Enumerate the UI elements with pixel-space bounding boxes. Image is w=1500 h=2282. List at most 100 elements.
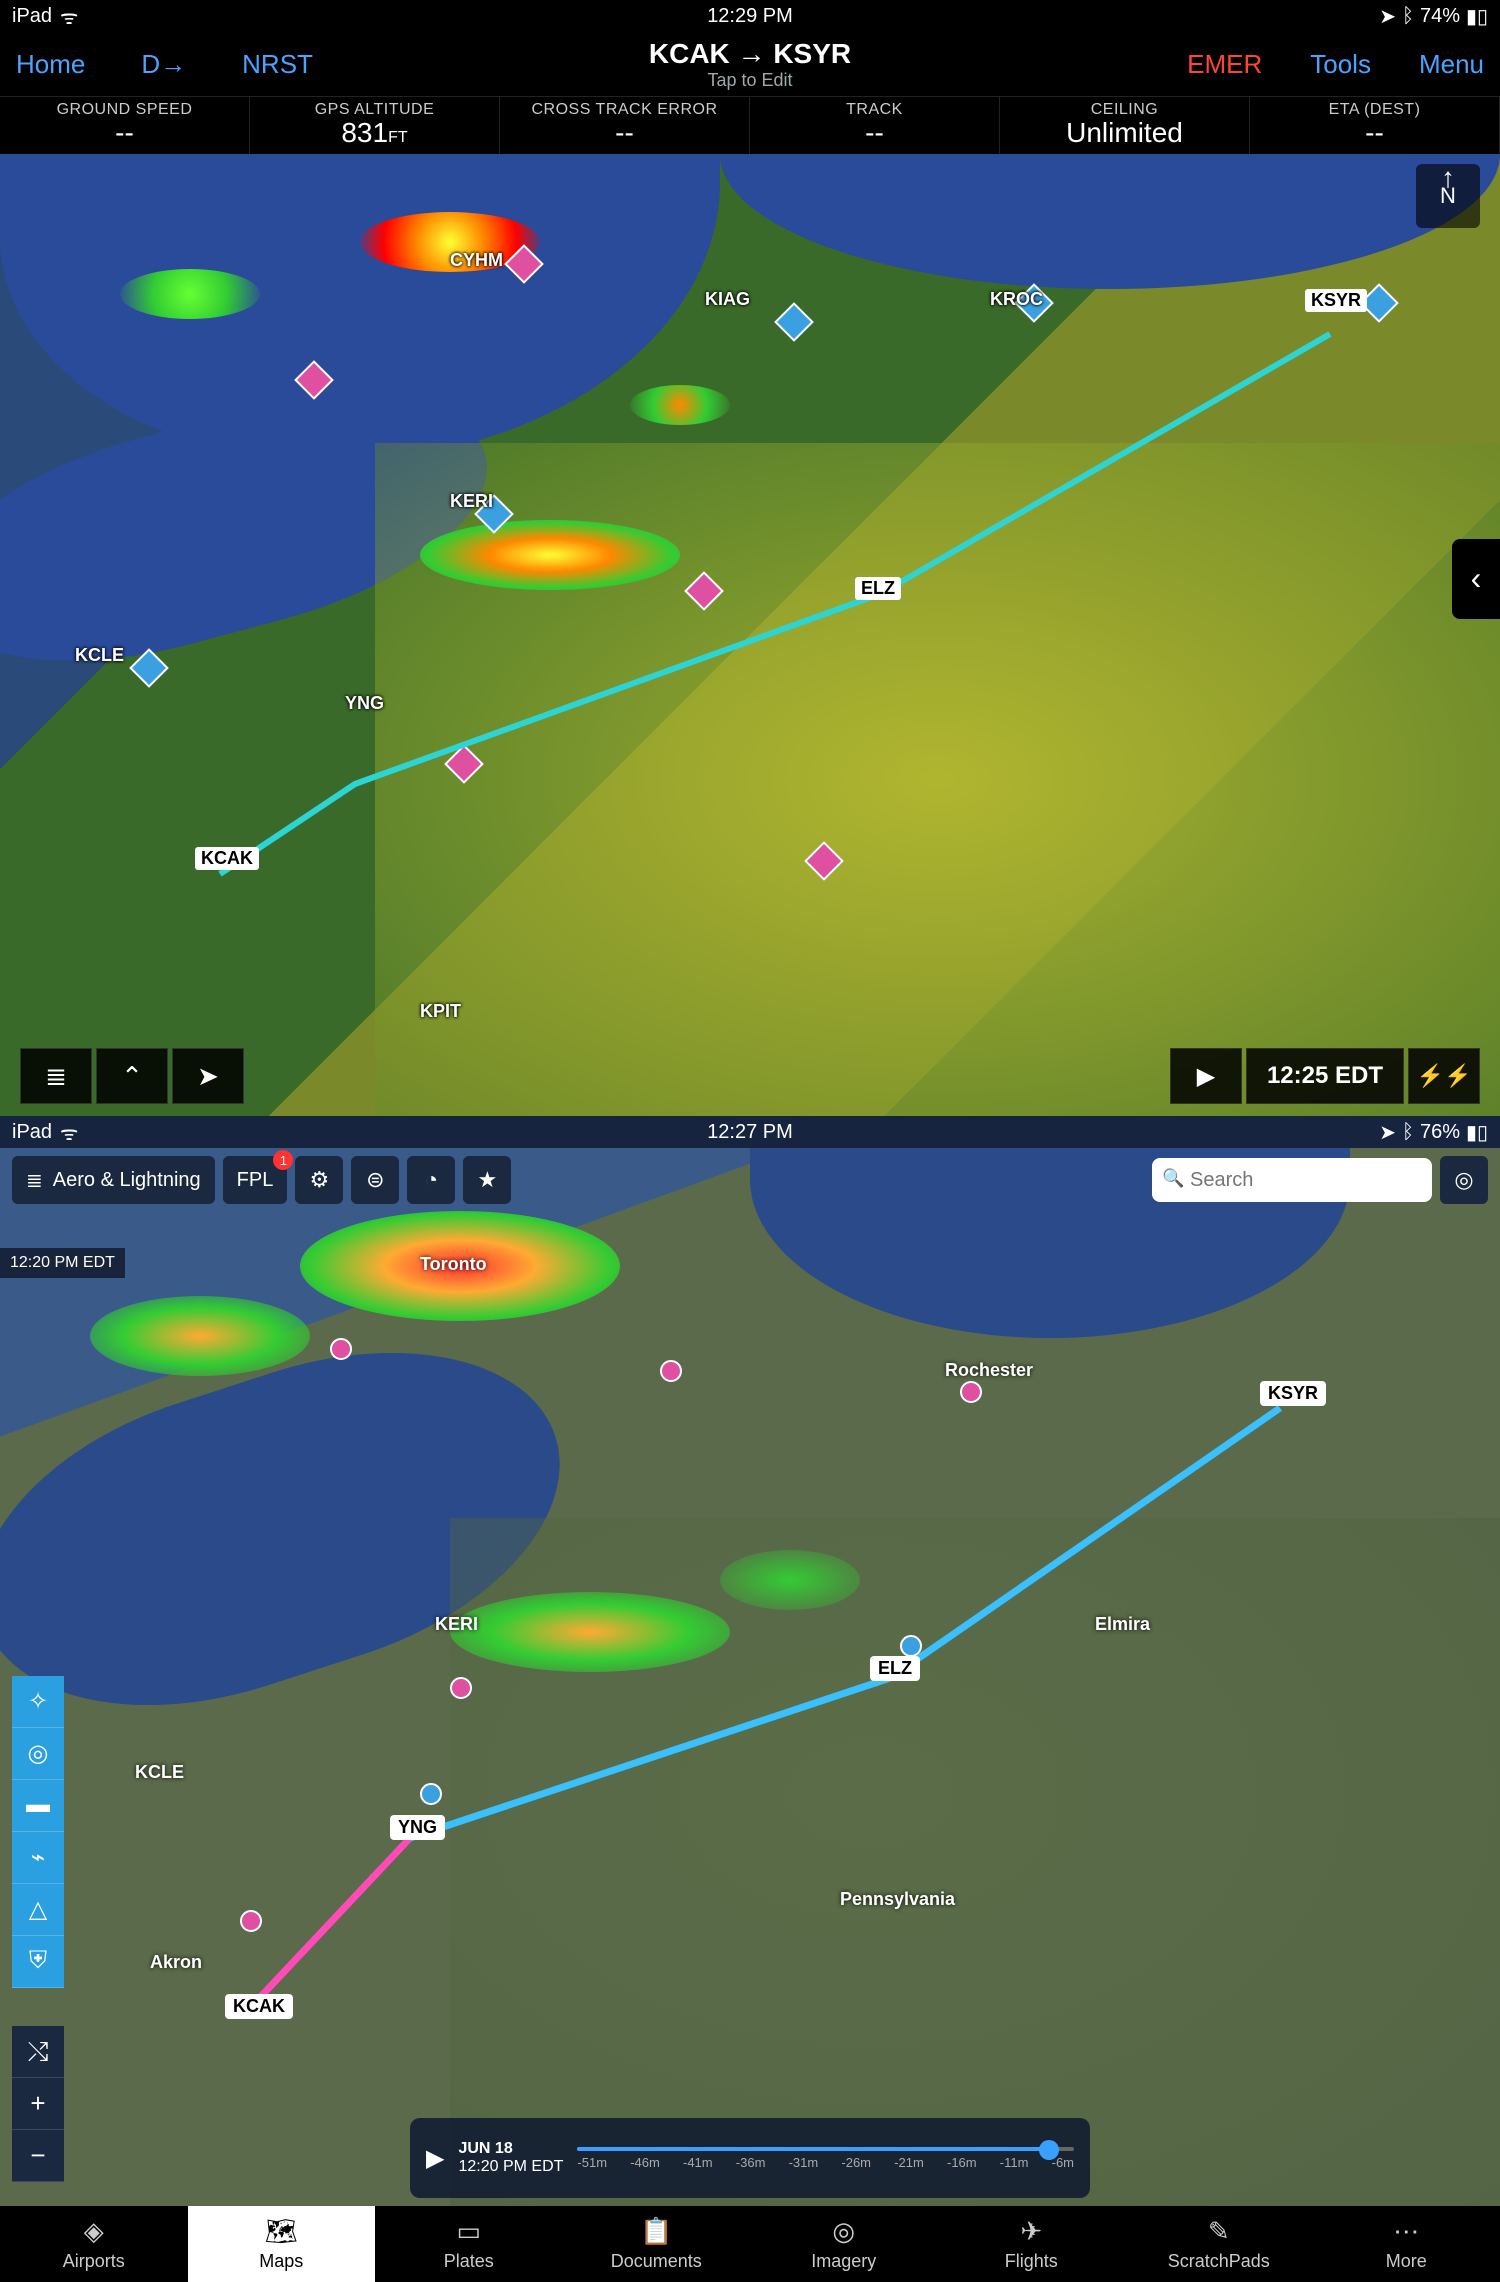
radar-return (420, 520, 680, 590)
timeline-track[interactable]: -51m -46m -41m -36m -31m -26m -21m -16m … (577, 2141, 1074, 2175)
star-icon[interactable]: ★ (463, 1156, 511, 1204)
nrst-button[interactable]: NRST (242, 49, 313, 80)
ribbon-gps-altitude[interactable]: GPS ALTITUDE831FT (250, 97, 500, 154)
terrain-icon[interactable]: △ (12, 1884, 64, 1936)
ribbon-ceiling[interactable]: CEILINGUnlimited (1000, 97, 1250, 154)
label-toronto: Toronto (420, 1254, 487, 1275)
battery-icon: ▮▯ (1466, 4, 1488, 29)
rings-icon[interactable]: ◎ (12, 1728, 64, 1780)
ident-keri: KERI (450, 491, 493, 512)
tab-flights[interactable]: ✈Flights (938, 2206, 1126, 2282)
shield-icon[interactable]: ⛨ (12, 1936, 64, 1988)
waypoint-kcak[interactable]: KCAK (195, 847, 259, 870)
tab-airports[interactable]: ◈Airports (0, 2206, 188, 2282)
emer-button[interactable]: EMER (1187, 49, 1262, 80)
timer-icon[interactable]: ◔ (407, 1156, 455, 1204)
route-subtitle: Tap to Edit (649, 70, 851, 91)
locate-icon[interactable]: ➤ (172, 1048, 244, 1104)
airport-marker[interactable] (660, 1360, 682, 1382)
airport-icon: ◈ (84, 2216, 104, 2247)
radar-time[interactable]: 12:25 EDT (1246, 1048, 1404, 1104)
device-label: iPad (12, 1121, 52, 1144)
compass-icon[interactable]: N (1416, 164, 1480, 228)
label-kcle: KCLE (135, 1762, 184, 1783)
battery-icon: ▮▯ (1466, 1120, 1488, 1145)
search-input[interactable] (1152, 1158, 1432, 1202)
map-canvas-2[interactable]: KCAK YNG ELZ KSYR Toronto Rochester KERI… (0, 1148, 1500, 2206)
flights-icon: ✈ (1020, 2216, 1042, 2247)
tab-bar: ◈Airports 🗺Maps ▭Plates 📋Documents ◎Imag… (0, 2206, 1500, 2282)
route-title-button[interactable]: KCAK → KSYR Tap to Edit (649, 38, 851, 91)
profile-icon[interactable]: ⌁ (12, 1832, 64, 1884)
timeline-ticks: -51m -46m -41m -36m -31m -26m -21m -16m … (577, 2155, 1074, 2170)
ribbon-eta[interactable]: ETA (DEST)-- (1250, 97, 1500, 154)
airport-marker[interactable] (960, 1381, 982, 1403)
airport-marker[interactable] (420, 1783, 442, 1805)
location-icon: ➤ (1379, 1120, 1396, 1145)
globe-icon[interactable]: ⊜ (351, 1156, 399, 1204)
waypoint-kcak[interactable]: KCAK (225, 1994, 293, 2019)
data-ribbon: GROUND SPEED-- GPS ALTITUDE831FT CROSS T… (0, 96, 1500, 154)
ios-status-bar: iPadᯤ 12:29 PM ➤ᛒ74%▮▯ (0, 0, 1500, 32)
ident-cyhm: CYHM (450, 250, 503, 271)
radar-return (90, 1296, 310, 1376)
airport-marker[interactable] (240, 1910, 262, 1932)
ios-status-bar: iPadᯤ 12:27 PM ➤ᛒ76%▮▯ (0, 1116, 1500, 1148)
home-button[interactable]: Home (16, 49, 85, 80)
waypoint-yng[interactable]: YNG (390, 1815, 445, 1840)
ruler-icon[interactable]: ▬ (12, 1780, 64, 1832)
tab-scratchpads[interactable]: ✎ScratchPads (1125, 2206, 1313, 2282)
radar-timeline[interactable]: ▶ JUN 18 12:20 PM EDT -51m -46m -41m -36… (410, 2118, 1090, 2198)
tab-documents[interactable]: 📋Documents (563, 2206, 751, 2282)
documents-icon: 📋 (640, 2216, 672, 2247)
plates-icon: ▭ (456, 2216, 481, 2247)
timeline-time: 12:20 PM EDT (458, 2158, 563, 2176)
map-canvas-1[interactable]: KCAK ELZ KSYR KCLE KERI KIAG KROC KPIT C… (0, 154, 1500, 1116)
tab-imagery[interactable]: ◎Imagery (750, 2206, 938, 2282)
waypoint-ksyr[interactable]: KSYR (1260, 1381, 1326, 1406)
tools-button[interactable]: Tools (1310, 49, 1371, 80)
airport-marker[interactable] (774, 302, 814, 342)
radar-return (720, 1550, 860, 1610)
airport-marker[interactable] (450, 1677, 472, 1699)
bluetooth-icon: ᛒ (1402, 5, 1414, 28)
battery-pct: 74% (1420, 5, 1460, 28)
animation-cluster: ▶ 12:25 EDT ⚡⚡ (1170, 1048, 1480, 1104)
gear-icon[interactable]: ⚙ (295, 1156, 343, 1204)
waypoint-elz[interactable]: ELZ (855, 577, 901, 600)
locate-icon[interactable]: ◎ (1440, 1156, 1488, 1204)
play-icon[interactable]: ▶ (1170, 1048, 1242, 1104)
layers-icon[interactable]: ≣ (20, 1048, 92, 1104)
tab-more[interactable]: ⋯More (1313, 2206, 1500, 2282)
center-icon[interactable]: ✧ (12, 1676, 64, 1728)
ribbon-track[interactable]: TRACK-- (750, 97, 1000, 154)
tab-plates[interactable]: ▭Plates (375, 2206, 563, 2282)
airport-marker[interactable] (900, 1635, 922, 1657)
route-icon[interactable]: ⤭ (12, 2026, 64, 2078)
top-nav: Home D→ NRST KCAK → KSYR Tap to Edit EME… (0, 32, 1500, 96)
ident-kpit: KPIT (420, 1001, 461, 1022)
scratchpad-icon: ✎ (1208, 2216, 1230, 2247)
menu-button[interactable]: Menu (1419, 49, 1484, 80)
play-icon[interactable]: ▶ (426, 2144, 444, 2173)
ribbon-xtrack[interactable]: CROSS TRACK ERROR-- (500, 97, 750, 154)
layers-button[interactable]: ≣Aero & Lightning (12, 1156, 215, 1204)
ident-kcle: KCLE (75, 645, 124, 666)
waypoint-elz[interactable]: ELZ (870, 1656, 920, 1681)
fpl-button[interactable]: FPL (223, 1156, 288, 1204)
tab-maps[interactable]: 🗺Maps (188, 2206, 376, 2282)
map-tool-cluster: ≣ ⌃ ➤ (20, 1048, 244, 1104)
search-field[interactable] (1152, 1158, 1432, 1202)
panel-expand-button[interactable]: ‹ (1452, 539, 1500, 619)
terrain-icon[interactable]: ⌃ (96, 1048, 168, 1104)
timeline-date: JUN 18 (458, 2140, 563, 2158)
foreflight-app: iPadᯤ 12:27 PM ➤ᛒ76%▮▯ KCAK YNG ELZ KSYR… (0, 1116, 1500, 2282)
waypoint-ksyr[interactable]: KSYR (1305, 289, 1367, 312)
ribbon-ground-speed[interactable]: GROUND SPEED-- (0, 97, 250, 154)
status-time: 12:29 PM (504, 5, 996, 28)
zoom-in-button[interactable]: + (12, 2078, 64, 2130)
lightning-icon[interactable]: ⚡⚡ (1408, 1048, 1480, 1104)
direct-to-icon[interactable]: D→ (141, 49, 186, 80)
zoom-out-button[interactable]: − (12, 2130, 64, 2182)
label-akron: Akron (150, 1952, 202, 1973)
